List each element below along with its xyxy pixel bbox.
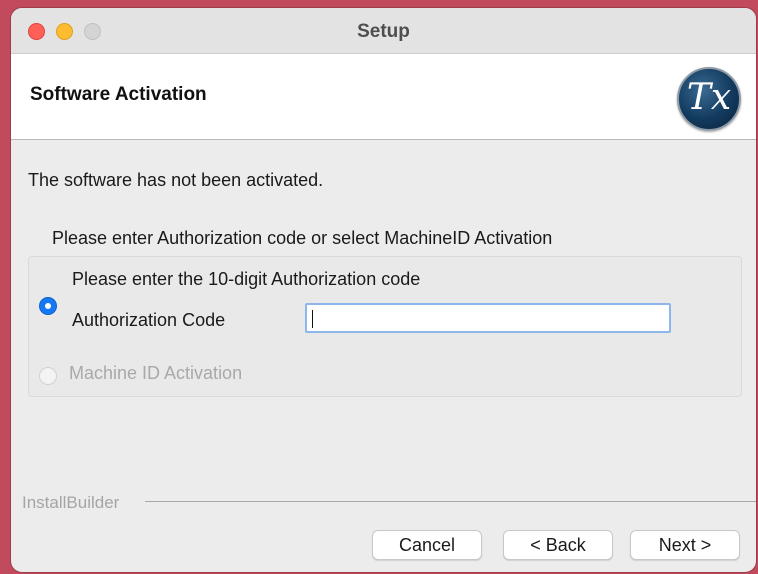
setup-window: Setup Software Activation Tx The softwar… <box>11 8 756 572</box>
activation-status-text: The software has not been activated. <box>28 170 324 190</box>
page-header: Software Activation Tx <box>11 54 756 140</box>
footer-divider <box>145 501 756 502</box>
back-button[interactable]: < Back <box>503 530 613 560</box>
activation-options-group: Please enter the 10-digit Authorization … <box>28 256 742 397</box>
tx-logo-icon: Tx <box>677 67 741 131</box>
machine-id-activation-radio[interactable] <box>39 367 57 385</box>
machine-id-activation-label: Machine ID Activation <box>69 363 243 383</box>
text-caret <box>312 310 313 328</box>
window-title: Setup <box>357 21 410 42</box>
cancel-button[interactable]: Cancel <box>372 530 482 560</box>
authorization-hint: Please enter the 10-digit Authorization … <box>72 269 421 289</box>
page-title: Software Activation <box>30 84 207 105</box>
title-bar[interactable]: Setup <box>11 8 756 54</box>
authorization-code-label: Authorization Code <box>72 310 226 330</box>
instruction-text: Please enter Authorization code or selec… <box>52 228 553 248</box>
installbuilder-brand: InstallBuilder <box>22 493 120 512</box>
next-button[interactable]: Next > <box>630 530 740 560</box>
radio-selected-dot <box>45 303 51 309</box>
authorization-code-input[interactable] <box>305 303 671 333</box>
authorization-code-radio[interactable] <box>39 297 57 315</box>
logo-text: Tx <box>686 77 732 118</box>
